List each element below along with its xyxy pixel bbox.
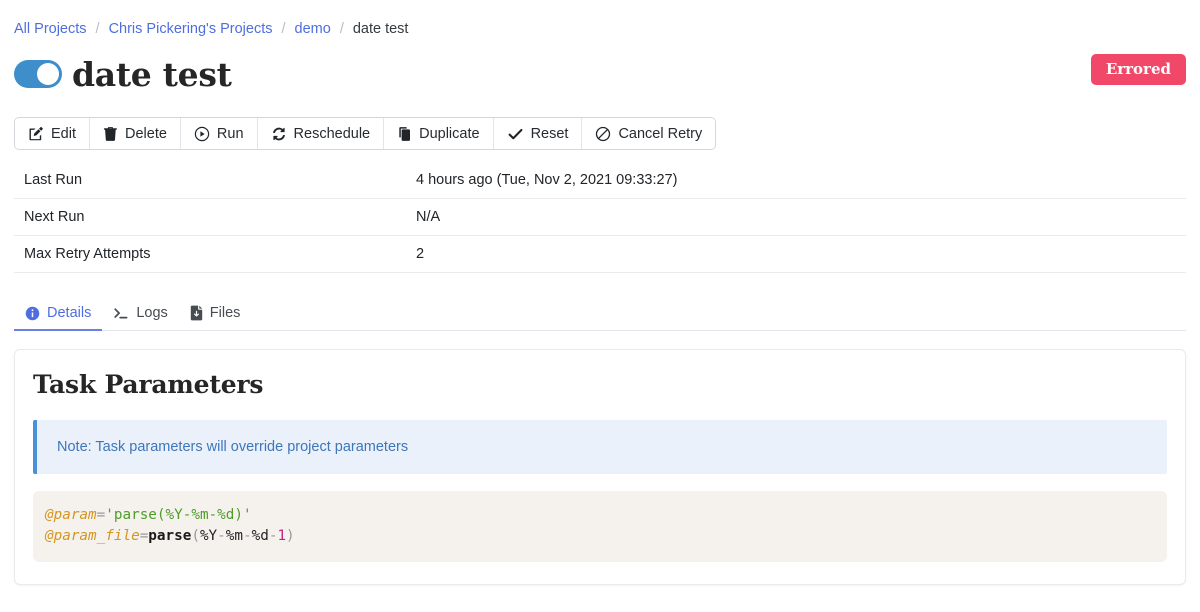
run-button-label: Run [217, 126, 244, 142]
breadcrumb-item-user-projects[interactable]: Chris Pickering's Projects [109, 21, 273, 37]
task-info-table: Last Run 4 hours ago (Tue, Nov 2, 2021 0… [14, 162, 1186, 273]
cancel-retry-button-label: Cancel Retry [618, 126, 702, 142]
delete-button[interactable]: Delete [89, 118, 180, 149]
status-badge: Errored [1091, 54, 1186, 85]
info-circle-icon [25, 306, 40, 321]
code-token: ) [286, 528, 295, 544]
code-token: %Y [200, 528, 217, 544]
task-parameters-code-block: @param='parse(%Y-%m-%d)'@param_file=pars… [33, 491, 1167, 562]
ban-icon [595, 126, 611, 142]
code-token: parse [148, 528, 191, 544]
file-download-icon [190, 305, 203, 321]
check-icon [507, 126, 524, 142]
code-token: %m [226, 528, 243, 544]
task-enabled-toggle[interactable] [14, 60, 62, 88]
code-line: @param='parse(%Y-%m-%d)' [45, 505, 1151, 526]
tab-details-label: Details [47, 305, 91, 321]
page-root: All Projects / Chris Pickering's Project… [0, 0, 1200, 585]
info-value-last-run: 4 hours ago (Tue, Nov 2, 2021 09:33:27) [416, 172, 677, 188]
code-token: @param [45, 507, 97, 523]
task-parameters-card: Task Parameters Note: Task parameters wi… [14, 349, 1186, 585]
code-token: ( [191, 528, 200, 544]
reschedule-button-label: Reschedule [294, 126, 371, 142]
tab-files[interactable]: Files [179, 305, 252, 331]
sync-icon [271, 126, 287, 142]
code-token: %d [252, 528, 269, 544]
table-row: Max Retry Attempts 2 [14, 236, 1186, 273]
edit-button-label: Edit [51, 126, 76, 142]
terminal-icon [113, 306, 129, 321]
code-token: 1 [277, 528, 286, 544]
breadcrumb: All Projects / Chris Pickering's Project… [14, 0, 1186, 48]
code-line: @param_file=parse(%Y-%m-%d-1) [45, 526, 1151, 547]
tab-logs-label: Logs [136, 305, 167, 321]
note-banner: Note: Task parameters will override proj… [33, 420, 1167, 474]
code-token: - [243, 528, 252, 544]
action-toolbar: Edit Delete Run [14, 117, 716, 150]
tab-files-label: Files [210, 305, 241, 321]
title-row: date test Errored [14, 48, 1186, 100]
breadcrumb-separator: / [282, 21, 286, 37]
breadcrumb-separator: / [340, 21, 344, 37]
cancel-retry-button[interactable]: Cancel Retry [581, 118, 715, 149]
play-circle-icon [194, 126, 210, 142]
tab-logs[interactable]: Logs [102, 305, 178, 331]
breadcrumb-separator: / [96, 21, 100, 37]
page-title: date test [72, 55, 232, 94]
edit-button[interactable]: Edit [15, 118, 89, 149]
table-row: Last Run 4 hours ago (Tue, Nov 2, 2021 0… [14, 162, 1186, 199]
code-token: @param_file [45, 528, 140, 544]
info-label-next-run: Next Run [14, 209, 416, 225]
card-title: Task Parameters [33, 370, 1167, 399]
tab-details[interactable]: Details [14, 305, 102, 331]
table-row: Next Run N/A [14, 199, 1186, 236]
toggle-knob [37, 63, 59, 85]
note-text: Note: Task parameters will override proj… [57, 439, 408, 455]
duplicate-button-label: Duplicate [419, 126, 479, 142]
reschedule-button[interactable]: Reschedule [257, 118, 384, 149]
duplicate-button[interactable]: Duplicate [383, 118, 492, 149]
info-label-last-run: Last Run [14, 172, 416, 188]
code-token: = [140, 528, 149, 544]
edit-square-icon [28, 126, 44, 142]
code-token: - [217, 528, 226, 544]
run-button[interactable]: Run [180, 118, 257, 149]
code-token: = [97, 507, 106, 523]
tab-bar: Details Logs Files [14, 297, 1186, 331]
breadcrumb-item-all-projects[interactable]: All Projects [14, 21, 87, 37]
info-value-max-retry-attempts: 2 [416, 246, 424, 262]
trash-icon [103, 126, 118, 142]
delete-button-label: Delete [125, 126, 167, 142]
reset-button-label: Reset [531, 126, 569, 142]
breadcrumb-item-current: date test [353, 21, 409, 37]
info-value-next-run: N/A [416, 209, 440, 225]
info-label-max-retry-attempts: Max Retry Attempts [14, 246, 416, 262]
breadcrumb-item-demo[interactable]: demo [295, 21, 331, 37]
code-token: 'parse(%Y-%m-%d)' [105, 507, 251, 523]
copy-icon [397, 126, 412, 142]
reset-button[interactable]: Reset [493, 118, 582, 149]
